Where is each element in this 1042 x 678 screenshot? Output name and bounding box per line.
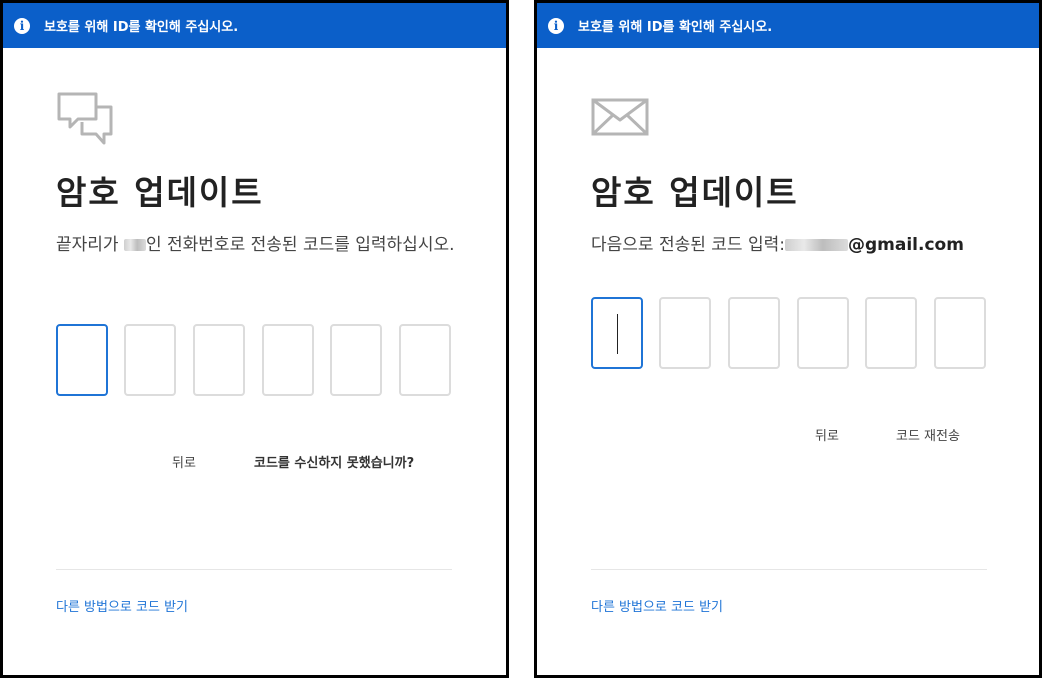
code-input-5[interactable] — [865, 297, 917, 369]
verify-panel-phone: i 보호를 위해 ID를 확인해 주십시오. 암호 업데이트 끝자리가 인 전화… — [0, 0, 509, 678]
page-title: 암호 업데이트 — [56, 173, 264, 212]
back-button[interactable]: 뒤로 — [815, 425, 839, 444]
code-input-6[interactable] — [399, 324, 451, 396]
code-input-2[interactable] — [659, 297, 711, 369]
page-title: 암호 업데이트 — [591, 173, 799, 212]
instruction-text: 끝자리가 인 전화번호로 전송된 코드를 입력하십시오. — [56, 235, 455, 255]
envelope-icon — [591, 98, 649, 140]
code-input-2[interactable] — [124, 324, 176, 396]
banner-text: 보호를 위해 ID를 확인해 주십시오. — [44, 20, 239, 35]
text-caret — [617, 314, 618, 354]
alt-method-link[interactable]: 다른 방법으로 코드 받기 — [591, 596, 723, 615]
resend-code-button[interactable]: 코드 재전송 — [896, 425, 960, 444]
chat-bubbles-icon — [56, 91, 116, 155]
code-input-3[interactable] — [728, 297, 780, 369]
code-input-3[interactable] — [193, 324, 245, 396]
info-icon: i — [14, 17, 30, 34]
redacted-email-user — [784, 239, 848, 251]
divider — [591, 569, 987, 570]
info-icon: i — [548, 17, 564, 34]
banner-text: 보호를 위해 ID를 확인해 주십시오. — [578, 20, 773, 35]
redacted-phone-digits — [123, 239, 146, 251]
code-input-6[interactable] — [934, 297, 986, 369]
code-input-4[interactable] — [797, 297, 849, 369]
instruction-text: 다음으로 전송된 코드 입력: @gmail.com — [591, 235, 964, 255]
back-button[interactable]: 뒤로 — [172, 452, 196, 471]
divider — [56, 569, 452, 570]
code-input-1[interactable] — [56, 324, 108, 396]
code-input-1[interactable] — [591, 297, 643, 369]
no-code-received-button[interactable]: 코드를 수신하지 못했습니까? — [254, 452, 414, 471]
info-banner: i 보호를 위해 ID를 확인해 주십시오. — [537, 3, 1039, 48]
code-input-5[interactable] — [330, 324, 382, 396]
verify-panel-email: i 보호를 위해 ID를 확인해 주십시오. 암호 업데이트 다음으로 전송된 … — [534, 0, 1042, 678]
info-banner: i 보호를 위해 ID를 확인해 주십시오. — [3, 3, 506, 48]
alt-method-link[interactable]: 다른 방법으로 코드 받기 — [56, 596, 188, 615]
code-input-4[interactable] — [262, 324, 314, 396]
